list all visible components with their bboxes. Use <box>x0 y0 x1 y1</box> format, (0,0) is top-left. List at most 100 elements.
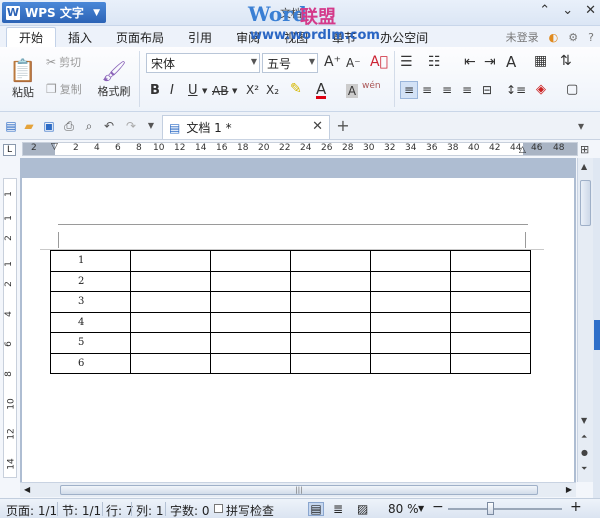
justify-icon[interactable]: ≡ <box>462 83 472 97</box>
char-shade-button[interactable]: A <box>346 84 358 98</box>
borders-icon[interactable]: ▢ <box>566 82 578 97</box>
print-preview-icon[interactable]: ⌕ <box>82 119 96 133</box>
align-center-icon[interactable]: ≡ <box>422 83 432 97</box>
side-panel-tab[interactable] <box>594 320 600 350</box>
redo-icon[interactable]: ↷ <box>124 119 138 133</box>
table-cell[interactable] <box>210 311 291 333</box>
tab-menu-icon[interactable]: ▾ <box>574 119 588 133</box>
status-column[interactable]: 列: 1 <box>136 502 164 518</box>
table-cell[interactable] <box>130 311 211 333</box>
table-cell[interactable] <box>370 270 451 292</box>
undo-icon[interactable]: ↶ <box>102 119 116 133</box>
customize-dropdown-icon[interactable]: ▼ <box>144 119 158 133</box>
save-icon[interactable]: ▣ <box>42 119 56 133</box>
browse-object-icon[interactable]: ● <box>581 448 588 457</box>
shrink-font-button[interactable]: A⁻ <box>346 56 361 70</box>
tab-references[interactable]: 引用 <box>176 27 224 47</box>
vertical-scrollbar[interactable]: ▲ ▼ ⏶ ● ⏷ <box>577 158 593 482</box>
char-style-icon[interactable]: A <box>506 53 516 71</box>
table-cell[interactable]: 6 <box>50 352 131 374</box>
status-page[interactable]: 页面: 1/1 <box>6 502 57 518</box>
highlight-icon[interactable]: ✎ <box>290 81 302 97</box>
tab-page-layout[interactable]: 页面布局 <box>104 27 176 47</box>
tab-insert[interactable]: 插入 <box>56 27 104 47</box>
table-cell[interactable] <box>210 352 291 374</box>
zoom-slider[interactable] <box>448 508 562 510</box>
new-tab-button[interactable]: + <box>336 118 350 134</box>
table-cell[interactable] <box>370 352 451 374</box>
table-cell[interactable] <box>210 270 291 292</box>
status-word-count[interactable]: 字数: 0 <box>170 502 210 518</box>
horizontal-scrollbar[interactable]: ◀ ||| ▶ <box>20 482 576 497</box>
table-cell[interactable] <box>450 332 531 354</box>
new-document-icon[interactable]: ▤ <box>4 119 18 133</box>
table-cell[interactable] <box>130 250 211 272</box>
table-cell[interactable] <box>290 250 371 272</box>
horizontal-ruler[interactable]: 2 2 4 6 8 10 12 14 16 18 20 22 24 26 28 … <box>22 142 578 156</box>
zoom-out-icon[interactable]: − <box>432 499 444 515</box>
table-grid-icon[interactable]: ▦ <box>534 53 547 69</box>
bullets-icon[interactable]: ☰ <box>400 54 413 70</box>
align-left-icon[interactable]: ≡ <box>400 81 418 99</box>
table-cell[interactable] <box>130 332 211 354</box>
next-page-icon[interactable]: ⏷ <box>581 464 587 474</box>
document-page[interactable]: 123456 <box>22 178 574 482</box>
document-table[interactable]: 123456 <box>50 250 531 374</box>
bold-button[interactable]: B <box>150 83 160 98</box>
web-view-icon[interactable]: ▨ <box>357 502 368 516</box>
font-name-select[interactable]: 宋体 ▼ <box>146 53 260 73</box>
table-cell[interactable] <box>290 332 371 354</box>
line-spacing-icon[interactable]: ↕≡ <box>506 83 526 97</box>
table-cell[interactable] <box>370 311 451 333</box>
table-cell[interactable] <box>210 250 291 272</box>
table-cell[interactable] <box>290 352 371 374</box>
align-right-icon[interactable]: ≡ <box>442 83 452 97</box>
skin-icon[interactable]: ◐ <box>549 31 559 44</box>
tab-stop-selector[interactable]: L <box>3 144 16 156</box>
shading-icon[interactable]: ◈ <box>536 82 546 97</box>
paste-button[interactable]: 📋 粘贴 <box>6 51 40 107</box>
document-tab[interactable]: ▤ 文档 1 * ✕ <box>162 115 330 139</box>
grow-font-button[interactable]: A⁺ <box>324 54 341 70</box>
page-view-icon[interactable]: ▤ <box>308 502 324 516</box>
distribute-icon[interactable]: ⊟ <box>482 83 492 97</box>
zoom-in-icon[interactable]: + <box>570 499 582 515</box>
phonetic-button[interactable]: wén <box>362 81 381 91</box>
sort-icon[interactable]: ⇅ <box>560 53 572 69</box>
status-section[interactable]: 节: 1/1 <box>62 502 101 518</box>
underline-dropdown-icon[interactable]: ▼ <box>202 87 207 95</box>
restore-icon[interactable]: ⌄ <box>562 3 573 18</box>
indent-icon[interactable]: ⇥ <box>484 54 496 70</box>
cut-button[interactable]: ✂ 剪切 <box>46 53 81 71</box>
vertical-ruler[interactable]: 1 1 2 1 2 4 6 8 10 12 14 <box>3 178 17 478</box>
table-cell[interactable] <box>130 270 211 292</box>
copy-button[interactable]: ❐ 复制 <box>46 80 82 98</box>
table-cell[interactable] <box>370 250 451 272</box>
table-cell[interactable]: 1 <box>50 250 131 272</box>
format-painter-button[interactable]: 🖌 格式刷 <box>96 51 132 107</box>
outline-view-icon[interactable]: ≣ <box>333 502 343 516</box>
vertical-scroll-thumb[interactable] <box>580 180 591 226</box>
minimize-icon[interactable]: ⌃ <box>539 3 550 18</box>
status-row[interactable]: 行: 7 <box>106 502 134 518</box>
table-cell[interactable] <box>450 291 531 313</box>
table-cell[interactable] <box>450 352 531 374</box>
table-cell[interactable] <box>290 311 371 333</box>
horizontal-scroll-thumb[interactable]: ||| <box>60 485 538 495</box>
scroll-down-icon[interactable]: ▼ <box>581 416 587 425</box>
table-cell[interactable] <box>370 332 451 354</box>
table-cell[interactable]: 3 <box>50 291 131 313</box>
zoom-slider-knob[interactable] <box>487 502 494 515</box>
table-cell[interactable] <box>210 332 291 354</box>
numbering-icon[interactable]: ☷ <box>428 54 441 70</box>
table-cell[interactable]: 5 <box>50 332 131 354</box>
table-cell[interactable] <box>290 270 371 292</box>
open-folder-icon[interactable]: ▰ <box>22 119 36 133</box>
close-icon[interactable]: ✕ <box>585 3 596 18</box>
superscript-button[interactable]: X² <box>246 83 259 97</box>
help-icon[interactable]: ? <box>588 31 594 44</box>
table-cell[interactable]: 4 <box>50 311 131 333</box>
table-cell[interactable] <box>450 311 531 333</box>
table-cell[interactable] <box>210 291 291 313</box>
zoom-percent[interactable]: 80 % <box>388 502 419 516</box>
